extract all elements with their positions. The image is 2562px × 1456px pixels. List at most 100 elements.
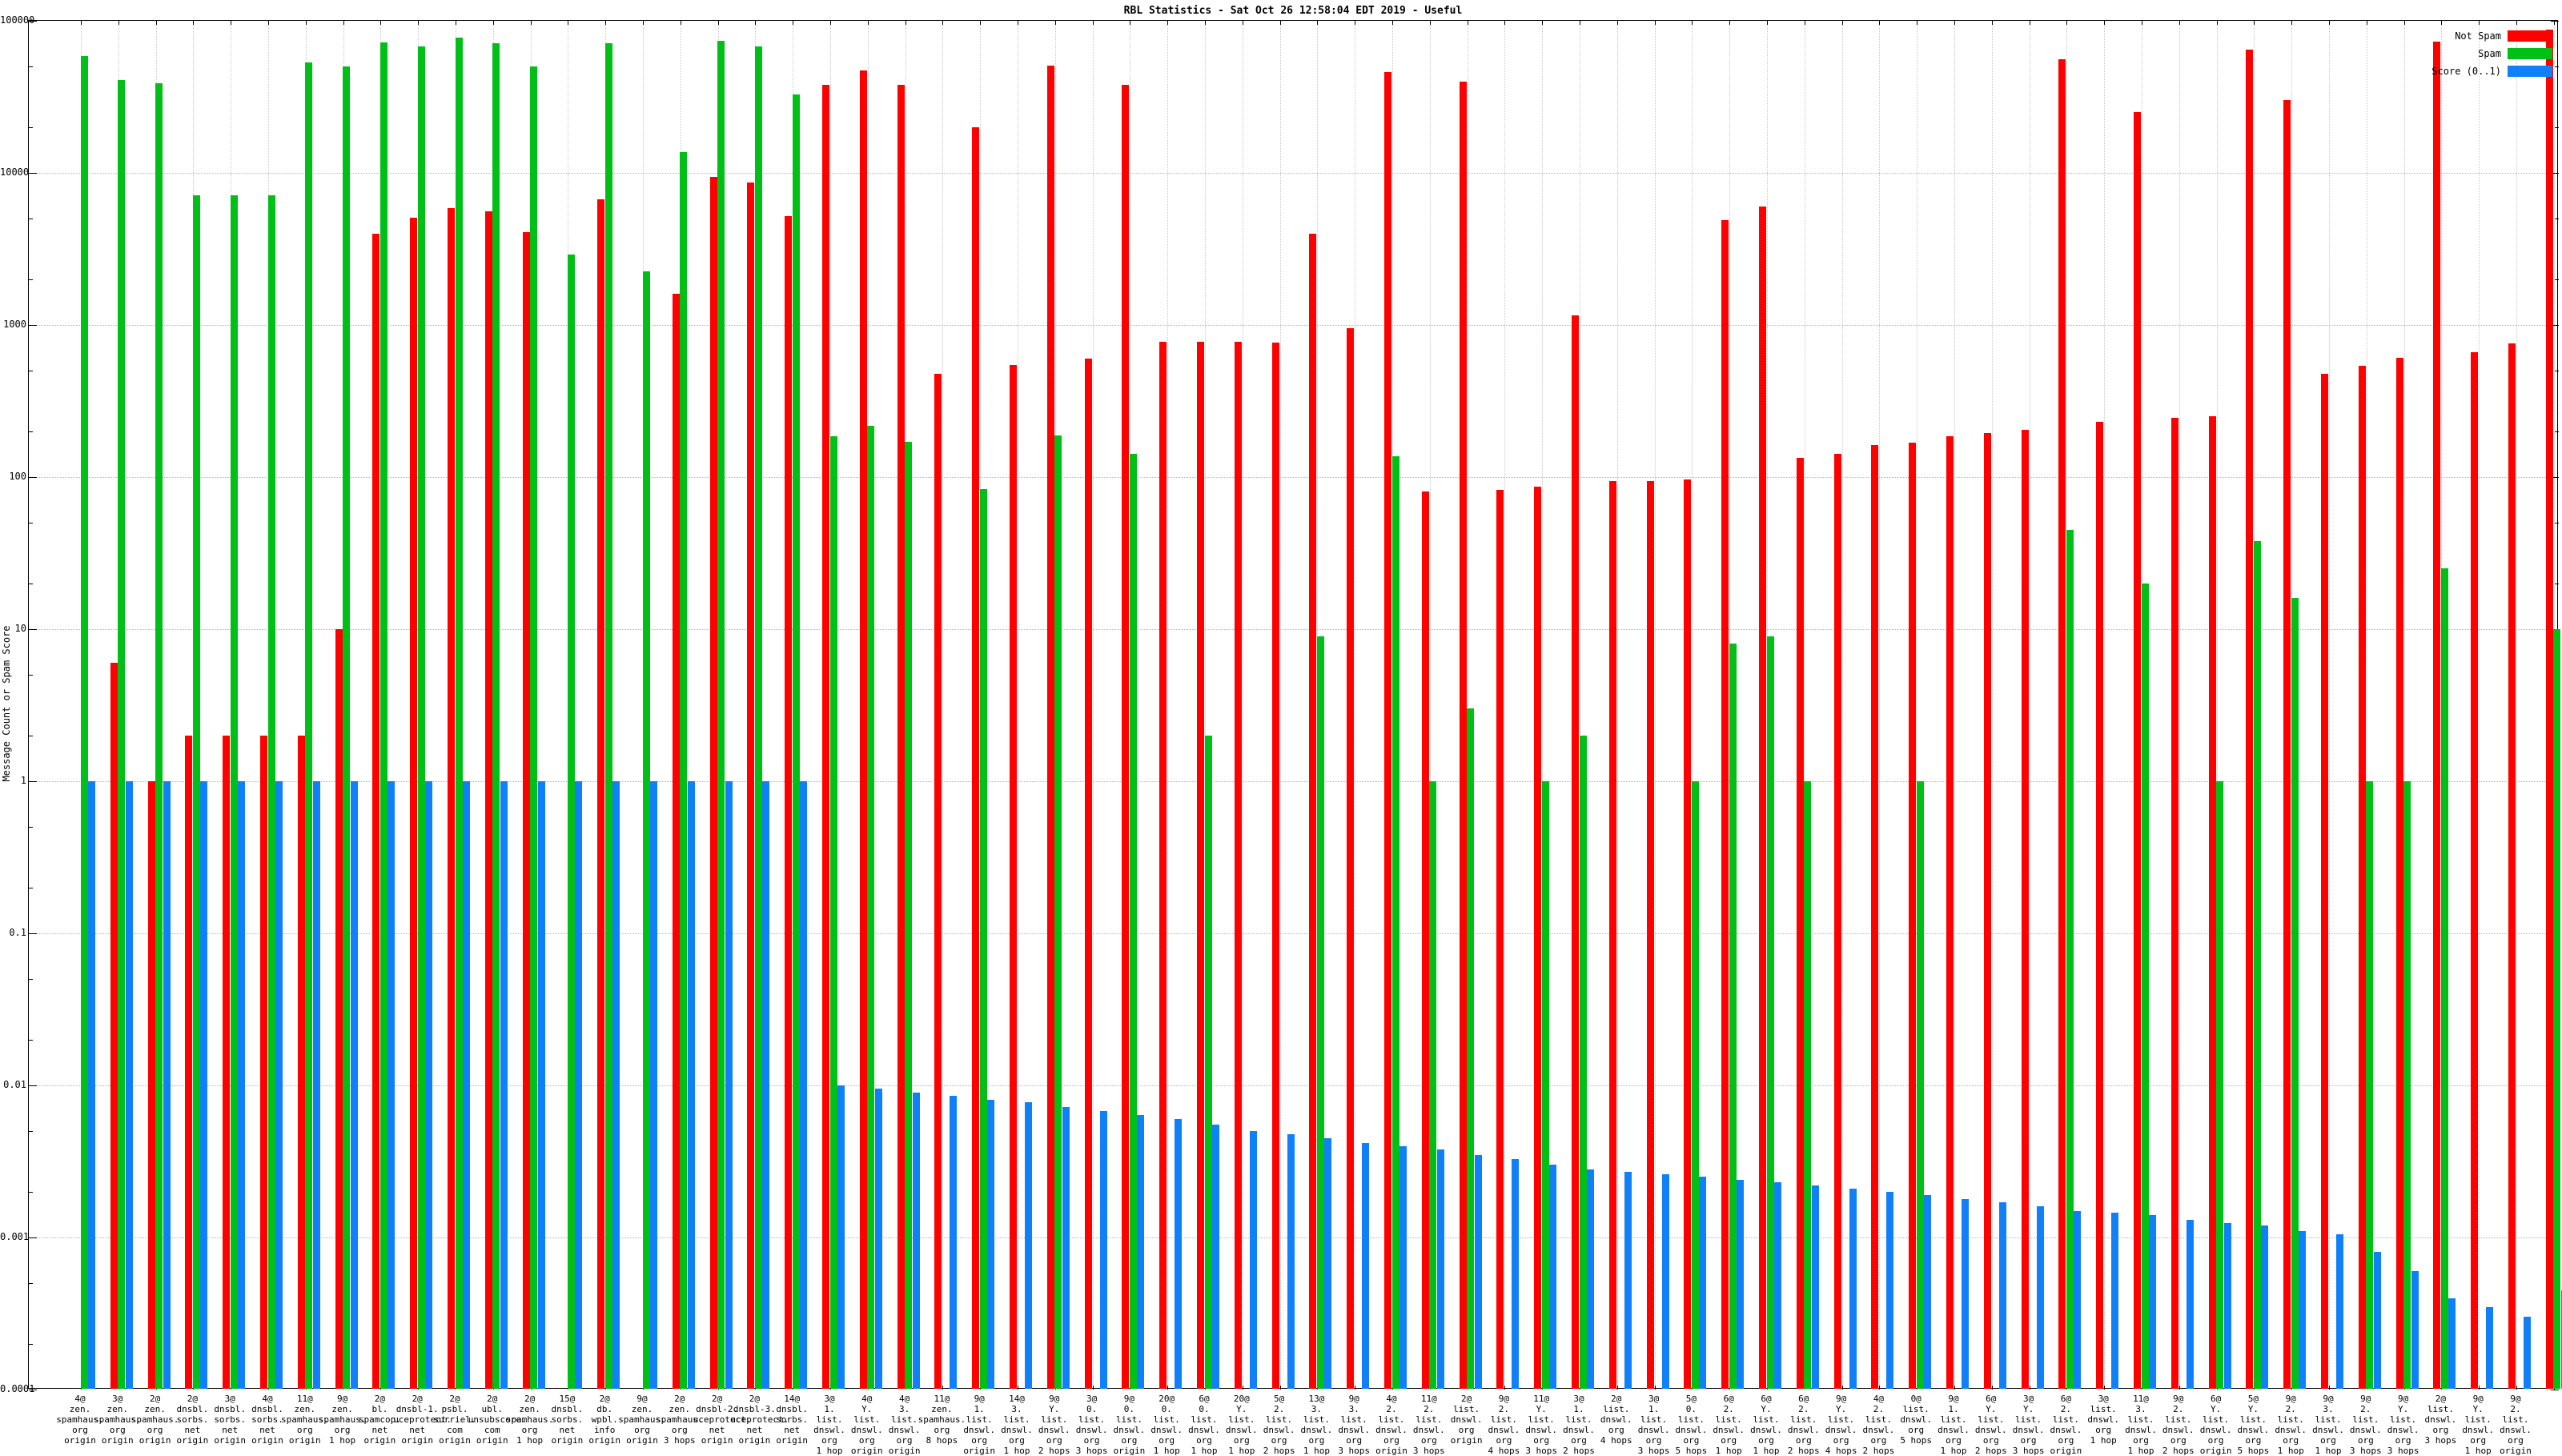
vertical-gridline — [942, 21, 944, 1388]
x-axis-tick — [605, 21, 607, 25]
bar-not_spam — [1122, 84, 1130, 1389]
x-axis-group-label: 9@ 2. list. dnswl. org origin — [2500, 1394, 2532, 1456]
x-axis-tick — [2516, 1386, 2517, 1390]
bar-score — [1962, 1198, 1969, 1389]
x-axis-tick — [1092, 1386, 1094, 1390]
bar-score — [575, 781, 583, 1389]
x-axis-tick — [118, 21, 119, 25]
vertical-gridline — [1616, 21, 1618, 1388]
legend-entry-spam: Spam — [2431, 48, 2552, 59]
bar-score — [1212, 1125, 1219, 1389]
bar-not_spam — [934, 373, 942, 1389]
y-axis-minor-tick — [29, 279, 33, 280]
bar-not_spam — [147, 781, 155, 1389]
bar-not_spam — [747, 183, 755, 1389]
bar-not_spam — [110, 663, 118, 1389]
x-axis-tick — [1504, 1386, 1506, 1390]
bar-spam — [1729, 644, 1737, 1389]
bar-spam — [1691, 781, 1699, 1389]
x-axis-tick — [830, 21, 831, 25]
bar-score — [2299, 1231, 2307, 1389]
vertical-gridline — [1504, 21, 1506, 1388]
bar-not_spam — [297, 735, 305, 1389]
bar-not_spam — [2321, 373, 2328, 1389]
bar-score — [275, 781, 283, 1389]
bar-not_spam — [1421, 491, 1429, 1389]
bar-score — [1512, 1158, 1520, 1389]
x-axis-tick — [268, 21, 269, 25]
bar-spam — [792, 94, 800, 1389]
bar-score — [1099, 1110, 1107, 1389]
bar-score — [1175, 1119, 1183, 1389]
bar-not_spam — [1909, 443, 1917, 1389]
bar-not_spam — [1347, 328, 1355, 1389]
vertical-gridline — [2104, 21, 2106, 1388]
bar-not_spam — [2058, 58, 2066, 1389]
bar-not_spam — [1271, 342, 1279, 1389]
x-axis-tick — [1654, 21, 1656, 25]
bar-not_spam — [1759, 207, 1766, 1389]
bar-spam — [717, 40, 725, 1389]
bar-not_spam — [2246, 49, 2254, 1389]
bar-score — [800, 781, 808, 1389]
bar-spam — [754, 46, 762, 1389]
bar-not_spam — [1159, 341, 1167, 1389]
bar-score — [2336, 1234, 2343, 1389]
y-axis-minor-tick — [29, 1343, 33, 1345]
bar-score — [1886, 1191, 1894, 1389]
y-axis-tick — [2551, 21, 2559, 22]
bar-score — [1474, 1154, 1482, 1389]
x-axis-tick — [643, 21, 644, 25]
y-axis-tick-label: 0.001 — [0, 1231, 30, 1242]
x-axis-tick — [1879, 21, 1881, 25]
bar-score — [2186, 1220, 2194, 1389]
bar-spam — [2141, 583, 2149, 1389]
x-axis-tick — [1616, 1386, 1618, 1390]
bar-not_spam — [1384, 72, 1391, 1389]
x-axis-tick — [755, 21, 757, 25]
bar-score — [1699, 1177, 1707, 1389]
bar-spam — [1204, 735, 1212, 1389]
x-axis-tick — [1954, 21, 1955, 25]
bar-spam — [2440, 568, 2448, 1389]
x-axis-tick — [1767, 21, 1768, 25]
bar-score — [987, 1100, 995, 1389]
bar-spam — [1579, 735, 1587, 1389]
vertical-gridline — [1654, 21, 1656, 1388]
bar-not_spam — [672, 294, 680, 1389]
bar-spam — [379, 42, 388, 1389]
bar-not_spam — [185, 735, 193, 1389]
y-axis-tick — [29, 173, 37, 174]
y-axis-tick-label: 1 — [20, 775, 26, 786]
x-axis-tick — [1841, 21, 1843, 25]
x-axis-tick — [1054, 21, 1056, 25]
bar-score — [687, 781, 695, 1389]
y-axis-tick-label: 100000 — [0, 14, 35, 26]
bar-spam — [1467, 708, 1475, 1389]
bar-spam — [192, 195, 200, 1389]
bar-score — [1774, 1182, 1781, 1389]
y-axis-tick-label: 0.1 — [9, 927, 26, 938]
bar-spam — [2291, 598, 2299, 1389]
y-axis-tick — [29, 933, 37, 934]
bar-spam — [604, 43, 612, 1389]
bar-not_spam — [2134, 112, 2141, 1389]
bar-not_spam — [785, 216, 793, 1389]
bar-spam — [343, 66, 351, 1389]
y-axis-minor-tick — [2555, 126, 2559, 128]
x-axis-tick — [492, 21, 494, 25]
bar-not_spam — [897, 84, 905, 1389]
legend-swatch-not-spam — [2508, 30, 2552, 42]
bar-spam — [80, 55, 88, 1389]
bar-spam — [2216, 781, 2224, 1389]
bar-score — [612, 781, 620, 1389]
y-axis-minor-tick — [2555, 279, 2559, 280]
bar-not_spam — [1309, 233, 1317, 1389]
bar-not_spam — [1534, 486, 1542, 1389]
bar-spam — [1916, 781, 1924, 1389]
x-axis-tick — [2403, 21, 2405, 25]
bar-spam — [2253, 540, 2261, 1389]
x-axis-tick — [942, 21, 944, 25]
horizontal-gridline — [29, 325, 2557, 326]
bar-score — [1661, 1174, 1669, 1389]
